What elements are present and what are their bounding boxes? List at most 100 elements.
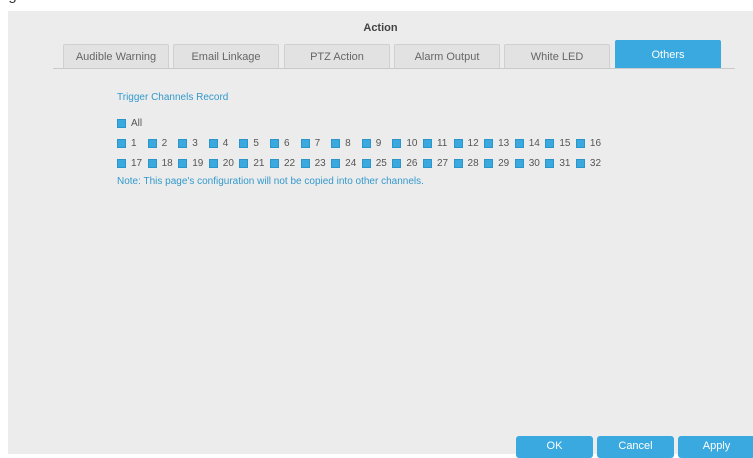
checkbox-box[interactable]: [361, 158, 371, 168]
checkbox-box[interactable]: [422, 138, 432, 148]
channel-label: 24: [345, 157, 357, 169]
checkbox-box[interactable]: [331, 158, 341, 168]
checkbox-channel-15[interactable]: 15: [545, 138, 576, 149]
channel-label: 5: [253, 137, 259, 149]
checkbox-channel-26[interactable]: 26: [392, 158, 423, 169]
checkbox-channel-18[interactable]: 18: [147, 157, 179, 169]
channel-label: 29: [498, 157, 510, 169]
checkbox-channel-29[interactable]: 29: [484, 158, 515, 169]
checkbox-channel-6[interactable]: 6: [269, 138, 301, 149]
checkbox-box[interactable]: [208, 158, 218, 168]
checkbox-box[interactable]: [514, 158, 524, 168]
channel-label: 12: [467, 137, 479, 149]
action-panel: Action: [8, 11, 753, 454]
checkbox-box[interactable]: [484, 158, 494, 168]
channel-label: 27: [436, 157, 449, 169]
checkbox-channel-28[interactable]: 28: [453, 157, 485, 169]
checkbox-channel-19[interactable]: 19: [178, 158, 209, 169]
checkbox-channel-16[interactable]: 16: [575, 138, 607, 149]
checkbox-channel-23[interactable]: 23: [300, 157, 332, 169]
channel-label: 22: [283, 157, 296, 169]
checkbox-box[interactable]: [392, 138, 402, 148]
checkbox-box[interactable]: [361, 138, 371, 148]
tab-white-led[interactable]: White LED: [504, 44, 610, 68]
checkbox-box[interactable]: [239, 138, 249, 148]
tab-others[interactable]: Others: [615, 40, 721, 68]
checkbox-box[interactable]: [178, 138, 188, 148]
channel-label: 20: [222, 157, 234, 169]
channel-label: 13: [498, 137, 510, 149]
checkbox-box[interactable]: [117, 138, 126, 148]
cancel-button[interactable]: Cancel: [597, 436, 674, 458]
channel-label: 3: [192, 137, 198, 149]
checkbox-box[interactable]: [392, 158, 402, 168]
checkbox-channel-17[interactable]: 17: [117, 158, 148, 169]
checkbox-channel-21[interactable]: 21: [239, 158, 270, 169]
checkbox-box[interactable]: [147, 138, 157, 148]
checkbox-box[interactable]: [422, 158, 432, 168]
checkbox-channel-30[interactable]: 30: [514, 158, 546, 169]
checkbox-box[interactable]: [178, 158, 188, 168]
checkbox-channel-25[interactable]: 25: [361, 158, 393, 169]
tab-audible-warning[interactable]: Audible Warning: [63, 44, 169, 68]
channel-label: 23: [314, 157, 326, 169]
checkbox-box[interactable]: [117, 118, 126, 128]
checkbox-channel-1[interactable]: 1: [117, 138, 148, 149]
checkbox-box[interactable]: [453, 158, 463, 168]
ok-button[interactable]: OK: [516, 436, 593, 458]
tab-alarm-output[interactable]: Alarm Output: [394, 44, 500, 68]
checkbox-channel-24[interactable]: 24: [331, 158, 362, 169]
checkbox-channel-12[interactable]: 12: [453, 137, 485, 149]
channel-label: 17: [131, 157, 143, 169]
channel-label: 28: [467, 157, 479, 169]
others-content: Trigger Channels Record All 1 2 3 4 5 6 7 8 9 10 1…: [117, 92, 607, 188]
apply-button[interactable]: Apply: [678, 436, 753, 458]
checkbox-box[interactable]: [545, 158, 555, 168]
checkbox-channel-4[interactable]: 4: [208, 137, 240, 149]
checkbox-box[interactable]: [331, 138, 341, 148]
checkbox-channel-32[interactable]: 32: [575, 157, 607, 169]
checkbox-box[interactable]: [117, 158, 126, 168]
checkbox-box[interactable]: [575, 158, 585, 168]
checkbox-channel-11[interactable]: 11: [422, 137, 454, 149]
checkbox-channel-5[interactable]: 5: [239, 138, 270, 149]
section-title: Trigger Channels Record: [117, 92, 229, 103]
checkbox-channel-31[interactable]: 31: [545, 158, 576, 169]
checkbox-box[interactable]: [239, 158, 249, 168]
tab-ptz-action[interactable]: PTZ Action: [284, 44, 390, 68]
channel-label: 1: [131, 137, 137, 149]
checkbox-channel-13[interactable]: 13: [484, 138, 515, 149]
checkbox-channel-8[interactable]: 8: [331, 138, 362, 149]
checkbox-box[interactable]: [300, 138, 310, 148]
checkbox-channel-7[interactable]: 7: [300, 138, 332, 149]
checkbox-channel-10[interactable]: 10: [392, 138, 423, 149]
channel-label: 18: [161, 157, 173, 169]
checkbox-channel-14[interactable]: 14: [514, 138, 546, 149]
checkbox-box[interactable]: [575, 138, 585, 148]
channel-label: 11: [436, 137, 448, 149]
channel-label: 4: [222, 137, 229, 149]
channel-label: 10: [406, 137, 418, 149]
config-note: Note: This page's configuration will not…: [117, 176, 424, 187]
checkbox-box[interactable]: [300, 158, 310, 168]
checkbox-channel-22[interactable]: 22: [269, 157, 301, 169]
channel-label: 32: [589, 157, 602, 169]
tab-email-linkage[interactable]: Email Linkage: [173, 44, 279, 68]
checkbox-box[interactable]: [484, 138, 494, 148]
channel-label: 26: [406, 157, 418, 169]
checkbox-box[interactable]: [514, 138, 524, 148]
checkbox-channel-20[interactable]: 20: [208, 157, 240, 169]
checkbox-box[interactable]: [453, 138, 463, 148]
checkbox-channel-3[interactable]: 3: [178, 138, 209, 149]
checkbox-box[interactable]: [269, 158, 279, 168]
channel-label: 31: [559, 157, 571, 169]
checkbox-all[interactable]: All: [117, 118, 142, 129]
checkbox-channel-9[interactable]: 9: [361, 138, 393, 149]
checkbox-box[interactable]: [269, 138, 279, 148]
checkbox-channel-2[interactable]: 2: [147, 138, 179, 149]
checkbox-box[interactable]: [147, 158, 157, 168]
checkbox-channel-27[interactable]: 27: [422, 157, 454, 169]
checkbox-box[interactable]: [545, 138, 555, 148]
channel-label: 19: [192, 157, 204, 169]
checkbox-box[interactable]: [208, 138, 218, 148]
